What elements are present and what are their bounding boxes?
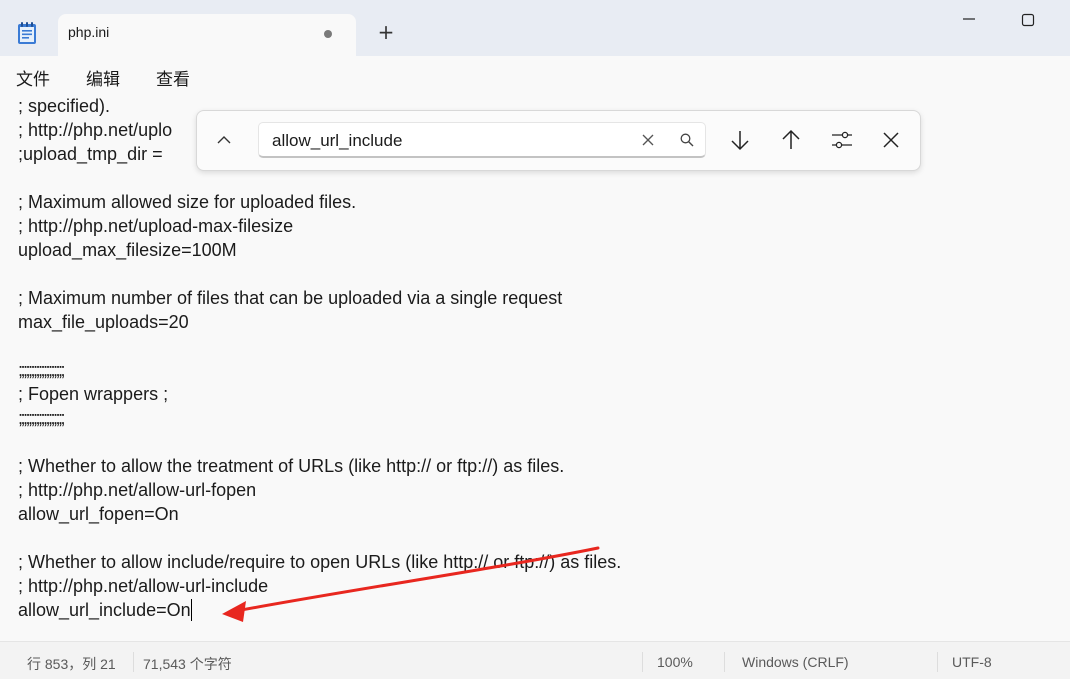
new-tab-button[interactable]: +: [376, 22, 396, 42]
find-query: allow_url_include: [272, 131, 403, 150]
status-divider: [937, 652, 938, 672]
editor-line: ; http://php.net/allow-url-fopen: [18, 480, 257, 500]
title-bar: php.ini +: [0, 0, 1070, 56]
tab-php-ini[interactable]: php.ini: [58, 14, 356, 56]
editor-line: ;;;;;;;;;;;;;;;;;;: [18, 360, 66, 380]
editor-line: ; Fopen wrappers ;: [18, 384, 169, 404]
minimize-icon[interactable]: [962, 12, 976, 26]
find-input[interactable]: allow_url_include: [258, 122, 706, 158]
notepad-icon[interactable]: [17, 21, 37, 45]
arrow-up-icon[interactable]: [780, 129, 802, 151]
editor-line: ; Whether to allow include/require to op…: [18, 552, 622, 572]
editor-line: allow_url_fopen=On: [18, 504, 179, 524]
character-count: 71,543 个字符: [143, 656, 232, 672]
sliders-icon[interactable]: [831, 129, 853, 151]
editor-line: ;;;;;;;;;;;;;;;;;;: [18, 408, 66, 428]
arrow-down-icon[interactable]: [729, 129, 751, 151]
close-icon[interactable]: [642, 134, 654, 146]
chevron-up-icon[interactable]: [215, 131, 233, 149]
cursor-position: 行 853，列 21: [27, 656, 116, 672]
editor-line: upload_max_filesize=100M: [18, 240, 237, 260]
close-icon[interactable]: [880, 129, 902, 151]
status-divider: [724, 652, 725, 672]
menu-view[interactable]: 查看: [156, 65, 190, 90]
status-divider: [133, 652, 134, 672]
tab-title: php.ini: [68, 24, 110, 40]
editor-line: ; http://php.net/uplo: [18, 120, 173, 140]
editor-line: ; Whether to allow the treatment of URLs…: [18, 456, 565, 476]
text-caret: [190, 599, 192, 621]
editor-line: ; http://php.net/upload-max-filesize: [18, 216, 294, 236]
zoom-level[interactable]: 100%: [657, 654, 693, 670]
notepad-window: php.ini + 文件 编辑 查看 ; specified). ; http:…: [0, 0, 1070, 679]
encoding[interactable]: UTF-8: [952, 654, 992, 670]
editor-line-text: allow_url_include=On: [18, 600, 191, 620]
editor-line: ; Maximum allowed size for uploaded file…: [18, 192, 357, 212]
menu-edit[interactable]: 编辑: [86, 65, 120, 90]
editor-current-line: allow_url_include=On: [18, 599, 192, 621]
editor-line: max_file_uploads=20: [18, 312, 189, 332]
editor-line: ; specified).: [18, 96, 111, 116]
menu-bar: 文件 编辑 查看: [0, 56, 1070, 95]
editor-line: ; http://php.net/allow-url-include: [18, 576, 269, 596]
search-icon[interactable]: [680, 133, 694, 147]
maximize-icon[interactable]: [1021, 13, 1035, 27]
line-ending[interactable]: Windows (CRLF): [742, 654, 849, 670]
text-editor[interactable]: ; specified). ; http://php.net/uplo ;upl…: [0, 94, 1070, 641]
status-bar: 行 853，列 21 71,543 个字符 100% Windows (CRLF…: [0, 641, 1070, 679]
unsaved-dot-icon[interactable]: [324, 30, 332, 38]
editor-line: ; Maximum number of files that can be up…: [18, 288, 563, 308]
editor-line: ;upload_tmp_dir =: [18, 144, 163, 164]
status-divider: [642, 652, 643, 672]
menu-file[interactable]: 文件: [16, 65, 50, 90]
find-bar: allow_url_include: [196, 110, 921, 171]
